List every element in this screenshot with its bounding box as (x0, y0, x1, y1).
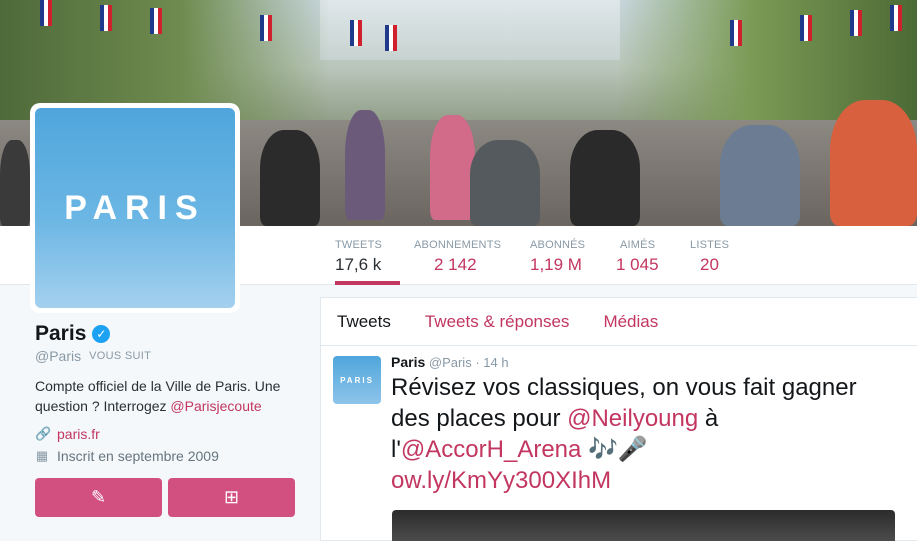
stat-label: ABONNEMENTS (414, 239, 502, 251)
tweet-mention-link[interactable]: @AccorH_Arena (401, 436, 581, 463)
stat-likes[interactable]: AIMÉS 1 045 (616, 226, 666, 285)
flag (800, 15, 812, 41)
tweet-timestamp[interactable]: 14 h (483, 355, 508, 370)
tweet-author-name[interactable]: Paris (391, 354, 425, 370)
follows-you-badge: VOUS SUIT (89, 350, 152, 362)
timeline-tabs: Tweets Tweets & réponses Médias (321, 298, 917, 346)
person (720, 125, 800, 226)
tweet-emoji: 🎶🎤 (588, 436, 648, 463)
tweet-to-button[interactable]: ✎ (35, 478, 162, 517)
flag (260, 15, 272, 41)
stat-value: 2 142 (434, 255, 477, 274)
person (430, 115, 475, 220)
profile-website-link[interactable]: paris.fr (57, 426, 100, 442)
stat-label: LISTES (690, 239, 730, 251)
tweet-text: Révisez vos classiques, on vous fait gag… (391, 372, 917, 496)
flag (100, 5, 112, 31)
tab-media[interactable]: Médias (603, 312, 658, 332)
bio-mention-link[interactable]: @Parisjecoute (170, 398, 261, 414)
profile-card: Paris ✓ @Paris VOUS SUIT Compte officiel… (35, 322, 300, 464)
flag (890, 5, 902, 31)
timeline: Tweets Tweets & réponses Médias PARIS Pa… (320, 297, 917, 541)
add-list-icon: ⊞ (223, 487, 240, 507)
tab-tweets[interactable]: Tweets (337, 312, 391, 332)
tweet-author-handle[interactable]: @Paris (429, 355, 472, 370)
tweet-header: Paris @Paris · 14 h (391, 354, 917, 370)
stat-label: ABONNÉS (530, 239, 586, 251)
compose-icon: ✎ (90, 487, 107, 507)
profile-handle[interactable]: @Paris (35, 348, 81, 364)
header-sky (320, 0, 620, 60)
stat-value: 17,6 k (335, 255, 382, 274)
profile-joined-date: Inscrit en septembre 2009 (57, 448, 219, 464)
tweet-avatar[interactable]: PARIS (333, 356, 381, 404)
stat-following[interactable]: ABONNEMENTS 2 142 (414, 226, 509, 285)
person (345, 110, 385, 220)
tweet-mention-link[interactable]: @Neilyoung (567, 405, 698, 432)
profile-avatar[interactable]: PARIS (30, 103, 240, 313)
tweet-separator: · (475, 355, 480, 370)
profile-name[interactable]: Paris (35, 322, 86, 346)
stat-followers[interactable]: ABONNÉS 1,19 M (530, 226, 600, 285)
stat-value: 20 (700, 255, 719, 274)
stat-label: TWEETS (335, 239, 383, 251)
flag (730, 20, 742, 46)
flag (350, 20, 362, 46)
flag (40, 0, 52, 26)
verified-badge-icon: ✓ (92, 325, 111, 343)
flag (385, 25, 397, 51)
avatar-text: PARIS (64, 188, 206, 227)
stat-value: 1 045 (616, 255, 659, 274)
profile-actions: ✎ ⊞ (35, 478, 295, 517)
avatar-logo: PARIS (35, 108, 235, 308)
stat-label: AIMÉS (620, 239, 656, 251)
tweet-item[interactable]: PARIS Paris @Paris · 14 h Révisez vos cl… (321, 346, 917, 496)
tab-tweets-replies[interactable]: Tweets & réponses (425, 312, 570, 332)
tweet-url-link[interactable]: ow.ly/KmYy300XIhM (391, 467, 611, 494)
person (470, 140, 540, 226)
profile-bio: Compte officiel de la Ville de Paris. Un… (35, 376, 300, 416)
tweet-media[interactable] (392, 510, 895, 541)
person (830, 100, 917, 226)
flag (850, 10, 862, 36)
calendar-icon: ▦ (35, 448, 49, 463)
flag (150, 8, 162, 34)
stat-lists[interactable]: LISTES 20 (690, 226, 735, 285)
link-icon: 🔗 (35, 426, 52, 441)
tweet-avatar-text: PARIS (340, 375, 374, 385)
person (260, 130, 320, 226)
add-to-list-button[interactable]: ⊞ (168, 478, 295, 517)
stat-tweets[interactable]: TWEETS 17,6 k (335, 226, 400, 285)
person (0, 140, 30, 226)
person (570, 130, 640, 226)
stat-value: 1,19 M (530, 255, 582, 274)
